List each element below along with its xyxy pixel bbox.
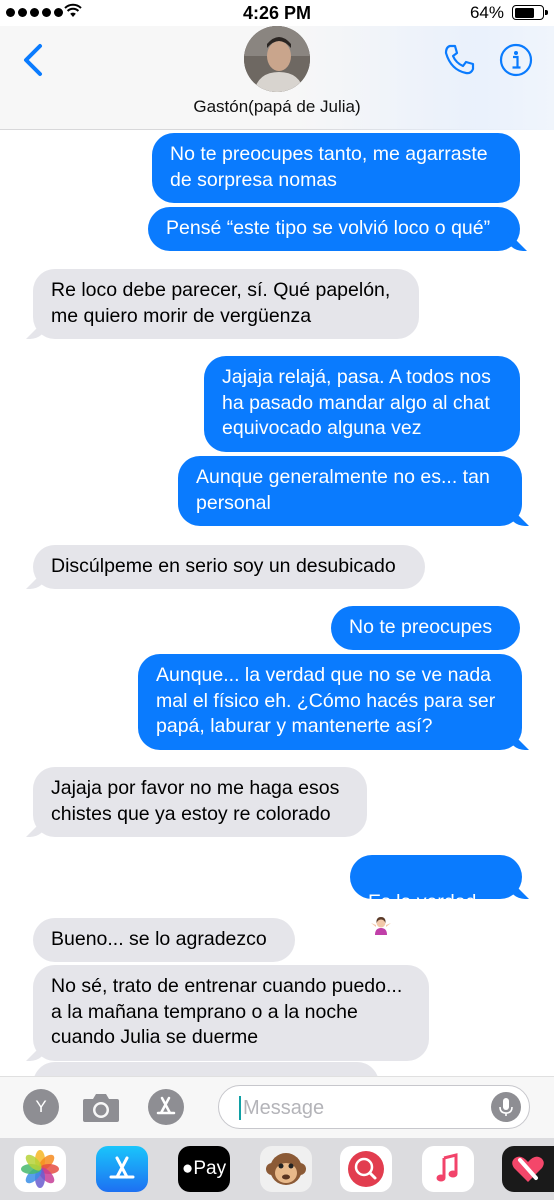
message-input-container[interactable] [218,1085,530,1129]
message-bubble-outgoing[interactable]: Pensé “este tipo se volvió loco o qué” [148,207,520,251]
message-bubble-outgoing[interactable]: Es la verdad [350,855,522,935]
apple-pay-label: Pay [193,1158,227,1179]
web-images-search-app-icon[interactable] [340,1146,392,1192]
message-text: Es la verdad [368,890,477,913]
contact-avatar[interactable] [244,26,310,92]
animoji-monkey-app-icon[interactable] [260,1146,312,1192]
message-bubble-outgoing[interactable]: Aunque... la verdad que no se ve nada ma… [138,654,522,750]
message-bubble-incoming[interactable]: Jajaja por favor no me haga esos chistes… [33,767,367,837]
battery-icon [512,5,548,20]
message-bubble-incoming[interactable]: Bueno... se lo agradezco [33,918,295,962]
apple-logo-icon: ● [181,1158,194,1179]
y-app-button[interactable]: Y [23,1089,59,1125]
message-bubble-incoming[interactable]: No sé, trato de entrenar cuando puedo...… [33,965,429,1061]
apple-pay-app-icon[interactable]: ●Pay [178,1146,230,1192]
status-bar: 4:26 PM 64% [0,0,554,26]
info-icon[interactable] [498,42,534,78]
contact-name[interactable]: Gastón(papá de Julia) [0,97,554,117]
music-app-icon[interactable] [422,1146,474,1192]
text-caret [239,1096,241,1120]
message-input[interactable] [243,1092,483,1124]
microphone-icon[interactable] [491,1092,521,1122]
message-bubble-outgoing[interactable]: Jajaja relajá, pasa. A todos nos ha pasa… [204,356,520,452]
compose-bar: Y [0,1076,554,1138]
photos-app-icon[interactable] [14,1146,66,1192]
message-thread[interactable]: No te preocupes tanto, me agarraste de s… [0,130,554,1076]
digital-touch-app-icon[interactable] [502,1146,554,1192]
battery-percentage: 64% [469,3,504,22]
message-bubble-incoming[interactable]: Re loco debe parecer, sí. Qué papelón, m… [33,269,419,339]
message-bubble-incoming[interactable]: Discúlpeme en serio soy un desubicado [33,545,425,589]
message-bubble-outgoing[interactable]: No te preocupes [331,606,520,650]
message-bubble-incoming-partial[interactable] [33,1062,379,1076]
message-bubble-outgoing[interactable]: Aunque generalmente no es... tan persona… [178,456,522,526]
chevron-left-icon[interactable] [18,42,48,78]
app-drawer: ●Pay [0,1138,554,1200]
conversation-header: Gastón(papá de Julia) [0,26,554,130]
woman-shrugging-emoji [371,917,391,935]
phone-icon[interactable] [441,42,477,78]
camera-icon[interactable] [80,1089,122,1125]
app-store-icon[interactable] [148,1089,184,1125]
app-store-app-icon[interactable] [96,1146,148,1192]
message-bubble-outgoing[interactable]: No te preocupes tanto, me agarraste de s… [152,133,520,203]
